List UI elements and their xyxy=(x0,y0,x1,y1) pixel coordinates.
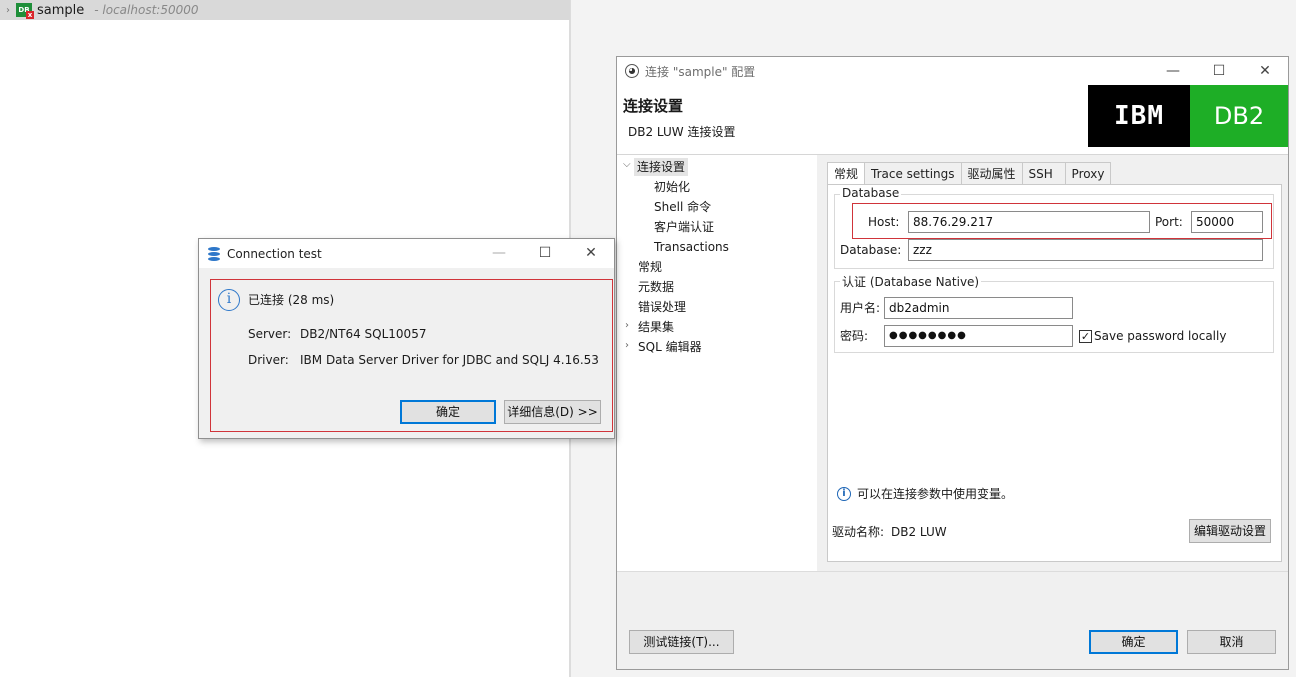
driver-label: Driver: xyxy=(248,353,289,367)
tree-item-metadata[interactable]: 元数据 xyxy=(638,278,674,296)
chevron-right-icon[interactable]: › xyxy=(625,320,629,331)
tab-ssh[interactable]: SSH xyxy=(1021,162,1066,184)
page-title: 连接设置 xyxy=(623,97,684,115)
connection-config-dialog: ◕ 连接 "sample" 配置 — ☐ ✕ 连接设置 DB2 LUW 连接设置… xyxy=(616,56,1289,670)
tab-trace-settings[interactable]: Trace settings xyxy=(864,162,962,184)
ok-button[interactable]: 确定 xyxy=(400,400,496,424)
server-value: DB2/NT64 SQL10057 xyxy=(300,327,427,341)
dialog-title: 连接 "sample" 配置 xyxy=(645,64,756,79)
minimize-button[interactable]: — xyxy=(476,239,522,268)
page-subtitle: DB2 LUW 连接设置 xyxy=(628,125,736,139)
host-label: Host: xyxy=(868,215,900,229)
maximize-button[interactable]: ☐ xyxy=(522,239,568,268)
port-input[interactable]: 50000 xyxy=(1191,211,1263,233)
variables-hint: 可以在连接参数中使用变量。 xyxy=(857,487,1014,501)
navigator-connection-row[interactable]: › DB x sample - localhost:50000 xyxy=(0,0,570,20)
db2-logo: DB2 xyxy=(1190,85,1288,147)
tab-driver-properties[interactable]: 驱动属性 xyxy=(960,162,1023,184)
password-label: 密码: xyxy=(840,329,869,343)
tab-bar: 常规 Trace settings 驱动属性 SSH Proxy xyxy=(827,162,1112,185)
edit-driver-button[interactable]: 编辑驱动设置 xyxy=(1189,519,1271,543)
auth-group-title: 认证 (Database Native) xyxy=(840,273,982,290)
connection-host: - localhost:50000 xyxy=(94,3,199,17)
tree-item-general[interactable]: 常规 xyxy=(638,258,662,276)
chevron-right-icon[interactable]: › xyxy=(625,340,629,351)
tree-item-shell[interactable]: Shell 命令 xyxy=(654,198,711,216)
database-icon xyxy=(208,246,220,261)
tab-proxy[interactable]: Proxy xyxy=(1064,162,1112,184)
dialog-title: Connection test xyxy=(227,246,322,261)
chevron-down-icon[interactable]: ⌵ xyxy=(623,159,631,170)
info-icon: i xyxy=(218,289,240,311)
tree-item-client-auth[interactable]: 客户端认证 xyxy=(654,218,714,236)
database-input[interactable]: zzz xyxy=(908,239,1263,261)
cancel-button[interactable]: 取消 xyxy=(1187,630,1276,654)
close-button[interactable]: ✕ xyxy=(568,239,614,268)
maximize-button[interactable]: ☐ xyxy=(1196,57,1242,85)
expand-chevron-icon[interactable]: › xyxy=(0,5,16,16)
host-input[interactable]: 88.76.29.217 xyxy=(908,211,1150,233)
server-label: Server: xyxy=(248,327,292,341)
settings-tree: ⌵ 连接设置 初始化 Shell 命令 客户端认证 Transactions 常… xyxy=(617,155,817,571)
connection-name: sample xyxy=(37,2,85,18)
tree-item-init[interactable]: 初始化 xyxy=(654,178,690,196)
save-password-label[interactable]: Save password locally xyxy=(1094,325,1226,347)
settings-page: 常规 Trace settings 驱动属性 SSH Proxy Databas… xyxy=(821,155,1288,571)
general-tab-panel: Database Host: 88.76.29.217 Port: 50000 … xyxy=(827,184,1282,562)
password-input[interactable]: ●●●●●●●● xyxy=(884,325,1073,347)
connection-test-dialog: Connection test — ☐ ✕ i 已连接 (28 ms) Serv… xyxy=(198,238,615,439)
dialog-titlebar: Connection test — ☐ ✕ xyxy=(199,239,614,268)
minimize-button[interactable]: — xyxy=(1150,57,1196,85)
ibm-logo: IBM xyxy=(1088,85,1190,147)
port-label: Port: xyxy=(1155,215,1183,229)
info-icon: i xyxy=(837,487,851,501)
tree-item-transactions[interactable]: Transactions xyxy=(654,238,729,256)
driver-name-label: 驱动名称: xyxy=(832,525,885,539)
database-group-title: Database xyxy=(840,186,902,200)
tree-item-sql-editor[interactable]: SQL 编辑器 xyxy=(638,338,702,356)
username-input[interactable]: db2admin xyxy=(884,297,1073,319)
driver-name-value: DB2 LUW xyxy=(891,525,947,539)
driver-value: IBM Data Server Driver for JDBC and SQLJ… xyxy=(300,353,599,367)
test-connection-button[interactable]: 测试链接(T)... xyxy=(629,630,734,654)
database-label: Database: xyxy=(840,243,902,257)
tab-general[interactable]: 常规 xyxy=(827,162,866,185)
status-text: 已连接 (28 ms) xyxy=(248,293,335,307)
tree-item-connection-settings[interactable]: 连接设置 xyxy=(634,158,689,176)
tree-item-resultsets[interactable]: 结果集 xyxy=(638,318,674,336)
connection-result: i 已连接 (28 ms) Server: DB2/NT64 SQL10057 … xyxy=(210,279,613,432)
dialog-footer: 测试链接(T)... 确定 取消 xyxy=(617,571,1288,669)
username-label: 用户名: xyxy=(840,301,881,315)
dialog-titlebar: ◕ 连接 "sample" 配置 — ☐ ✕ xyxy=(617,57,1288,85)
db2-icon: DB x xyxy=(16,3,34,19)
details-button[interactable]: 详细信息(D) >> xyxy=(504,400,601,424)
close-button[interactable]: ✕ xyxy=(1242,57,1288,85)
dbeaver-icon: ◕ xyxy=(625,64,639,78)
ibm-db2-logo: IBM DB2 xyxy=(1088,85,1288,147)
ok-button[interactable]: 确定 xyxy=(1089,630,1178,654)
dialog-header: 连接设置 DB2 LUW 连接设置 IBM DB2 xyxy=(617,85,1288,155)
tree-item-error-handling[interactable]: 错误处理 xyxy=(638,298,686,316)
save-password-checkbox[interactable]: ✓ xyxy=(1079,330,1092,343)
